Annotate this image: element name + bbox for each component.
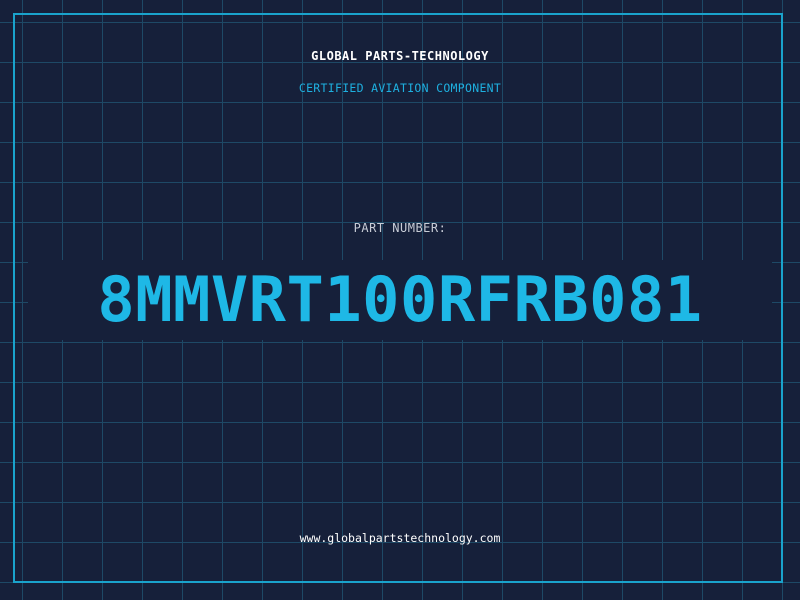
part-number-label: PART NUMBER:	[353, 221, 447, 235]
certification-tagline: CERTIFIED AVIATION COMPONENT	[298, 81, 502, 95]
company-name: GLOBAL PARTS-TECHNOLOGY	[311, 49, 489, 63]
label-card: GLOBAL PARTS-TECHNOLOGY CERTIFIED AVIATI…	[0, 0, 800, 600]
website-url: www.globalpartstechnology.com	[299, 531, 501, 545]
part-number-value: 8MMVRT100RFRB081	[97, 263, 703, 336]
